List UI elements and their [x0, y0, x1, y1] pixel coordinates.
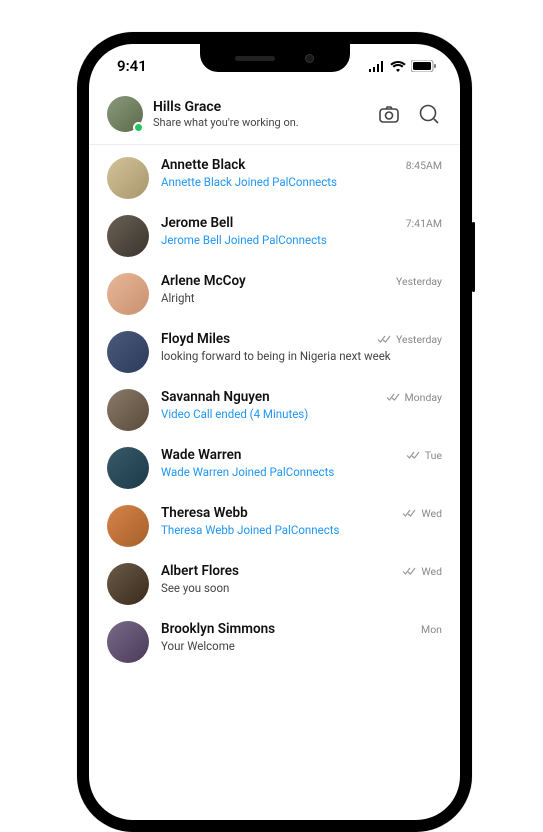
chat-preview: Video Call ended (4 Minutes) — [161, 407, 442, 421]
phone-screen: 9:41 Hills Grace Share what you're worki… — [89, 44, 460, 820]
chat-time: Monday — [405, 391, 442, 404]
chat-time: Yesterday — [396, 275, 442, 288]
chat-time: Wed — [421, 565, 442, 578]
chat-preview: See you soon — [161, 581, 442, 595]
chat-name: Annette Black — [161, 157, 245, 173]
chat-time: 7:41AM — [406, 217, 442, 230]
chat-name: Floyd Miles — [161, 331, 230, 347]
read-receipt-icon — [386, 393, 400, 402]
chat-meta: Monday — [386, 391, 442, 404]
battery-icon — [411, 60, 436, 72]
phone-frame: 9:41 Hills Grace Share what you're worki… — [77, 32, 472, 832]
phone-notch — [200, 44, 350, 72]
chat-name: Arlene McCoy — [161, 273, 246, 289]
avatar — [107, 563, 149, 605]
chat-meta: Yesterday — [396, 275, 442, 288]
chat-time: Wed — [421, 507, 442, 520]
header: Hills Grace Share what you're working on… — [89, 88, 460, 145]
chat-name: Jerome Bell — [161, 215, 233, 231]
camera-icon — [377, 102, 401, 126]
avatar — [107, 505, 149, 547]
chat-meta: 7:41AM — [406, 217, 442, 230]
avatar — [107, 621, 149, 663]
chat-list: Annette Black 8:45AM Annette Black Joine… — [89, 145, 460, 675]
chat-meta: Wed — [402, 565, 442, 578]
read-receipt-icon — [402, 509, 416, 518]
chat-name: Brooklyn Simmons — [161, 621, 275, 637]
avatar — [107, 447, 149, 489]
header-name: Hills Grace — [153, 99, 366, 115]
chat-row[interactable]: Savannah Nguyen Monday Video Call ended … — [89, 381, 460, 439]
wifi-icon — [390, 61, 406, 72]
clock: 9:41 — [117, 57, 147, 75]
chat-row[interactable]: Jerome Bell 7:41AM Jerome Bell Joined Pa… — [89, 207, 460, 265]
chat-time: Tue — [425, 449, 442, 462]
online-status-dot — [133, 122, 144, 133]
chat-preview: Jerome Bell Joined PalConnects — [161, 233, 442, 247]
chat-meta: Wed — [402, 507, 442, 520]
chat-name: Albert Flores — [161, 563, 239, 579]
search-button[interactable] — [416, 101, 442, 127]
read-receipt-icon — [406, 451, 420, 460]
header-text[interactable]: Hills Grace Share what you're working on… — [153, 99, 366, 129]
read-receipt-icon — [402, 567, 416, 576]
chat-time: 8:45AM — [406, 159, 442, 172]
search-icon — [417, 102, 441, 126]
chat-meta: Yesterday — [377, 333, 442, 346]
cellular-signal-icon — [368, 61, 385, 72]
chat-row[interactable]: Theresa Webb Wed Theresa Webb Joined Pal… — [89, 497, 460, 555]
chat-time: Mon — [421, 623, 442, 636]
chat-row[interactable]: Albert Flores Wed See you soon — [89, 555, 460, 613]
chat-meta: 8:45AM — [406, 159, 442, 172]
avatar — [107, 389, 149, 431]
chat-preview: looking forward to being in Nigeria next… — [161, 349, 442, 363]
my-avatar[interactable] — [107, 96, 143, 132]
header-subtitle: Share what you're working on. — [153, 116, 366, 129]
camera-button[interactable] — [376, 101, 402, 127]
chat-name: Wade Warren — [161, 447, 241, 463]
chat-preview: Wade Warren Joined PalConnects — [161, 465, 442, 479]
chat-preview: Annette Black Joined PalConnects — [161, 175, 442, 189]
chat-row[interactable]: Annette Black 8:45AM Annette Black Joine… — [89, 149, 460, 207]
read-receipt-icon — [377, 335, 391, 344]
chat-name: Savannah Nguyen — [161, 389, 270, 405]
avatar — [107, 157, 149, 199]
avatar — [107, 331, 149, 373]
chat-preview: Alright — [161, 291, 442, 305]
chat-row[interactable]: Floyd Miles Yesterday looking forward to… — [89, 323, 460, 381]
chat-row[interactable]: Wade Warren Tue Wade Warren Joined PalCo… — [89, 439, 460, 497]
chat-time: Yesterday — [396, 333, 442, 346]
chat-row[interactable]: Brooklyn Simmons Mon Your Welcome — [89, 613, 460, 671]
chat-row[interactable]: Arlene McCoy Yesterday Alright — [89, 265, 460, 323]
chat-preview: Theresa Webb Joined PalConnects — [161, 523, 442, 537]
chat-preview: Your Welcome — [161, 639, 442, 653]
chat-meta: Tue — [406, 449, 442, 462]
chat-name: Theresa Webb — [161, 505, 248, 521]
avatar — [107, 215, 149, 257]
avatar — [107, 273, 149, 315]
chat-meta: Mon — [421, 623, 442, 636]
